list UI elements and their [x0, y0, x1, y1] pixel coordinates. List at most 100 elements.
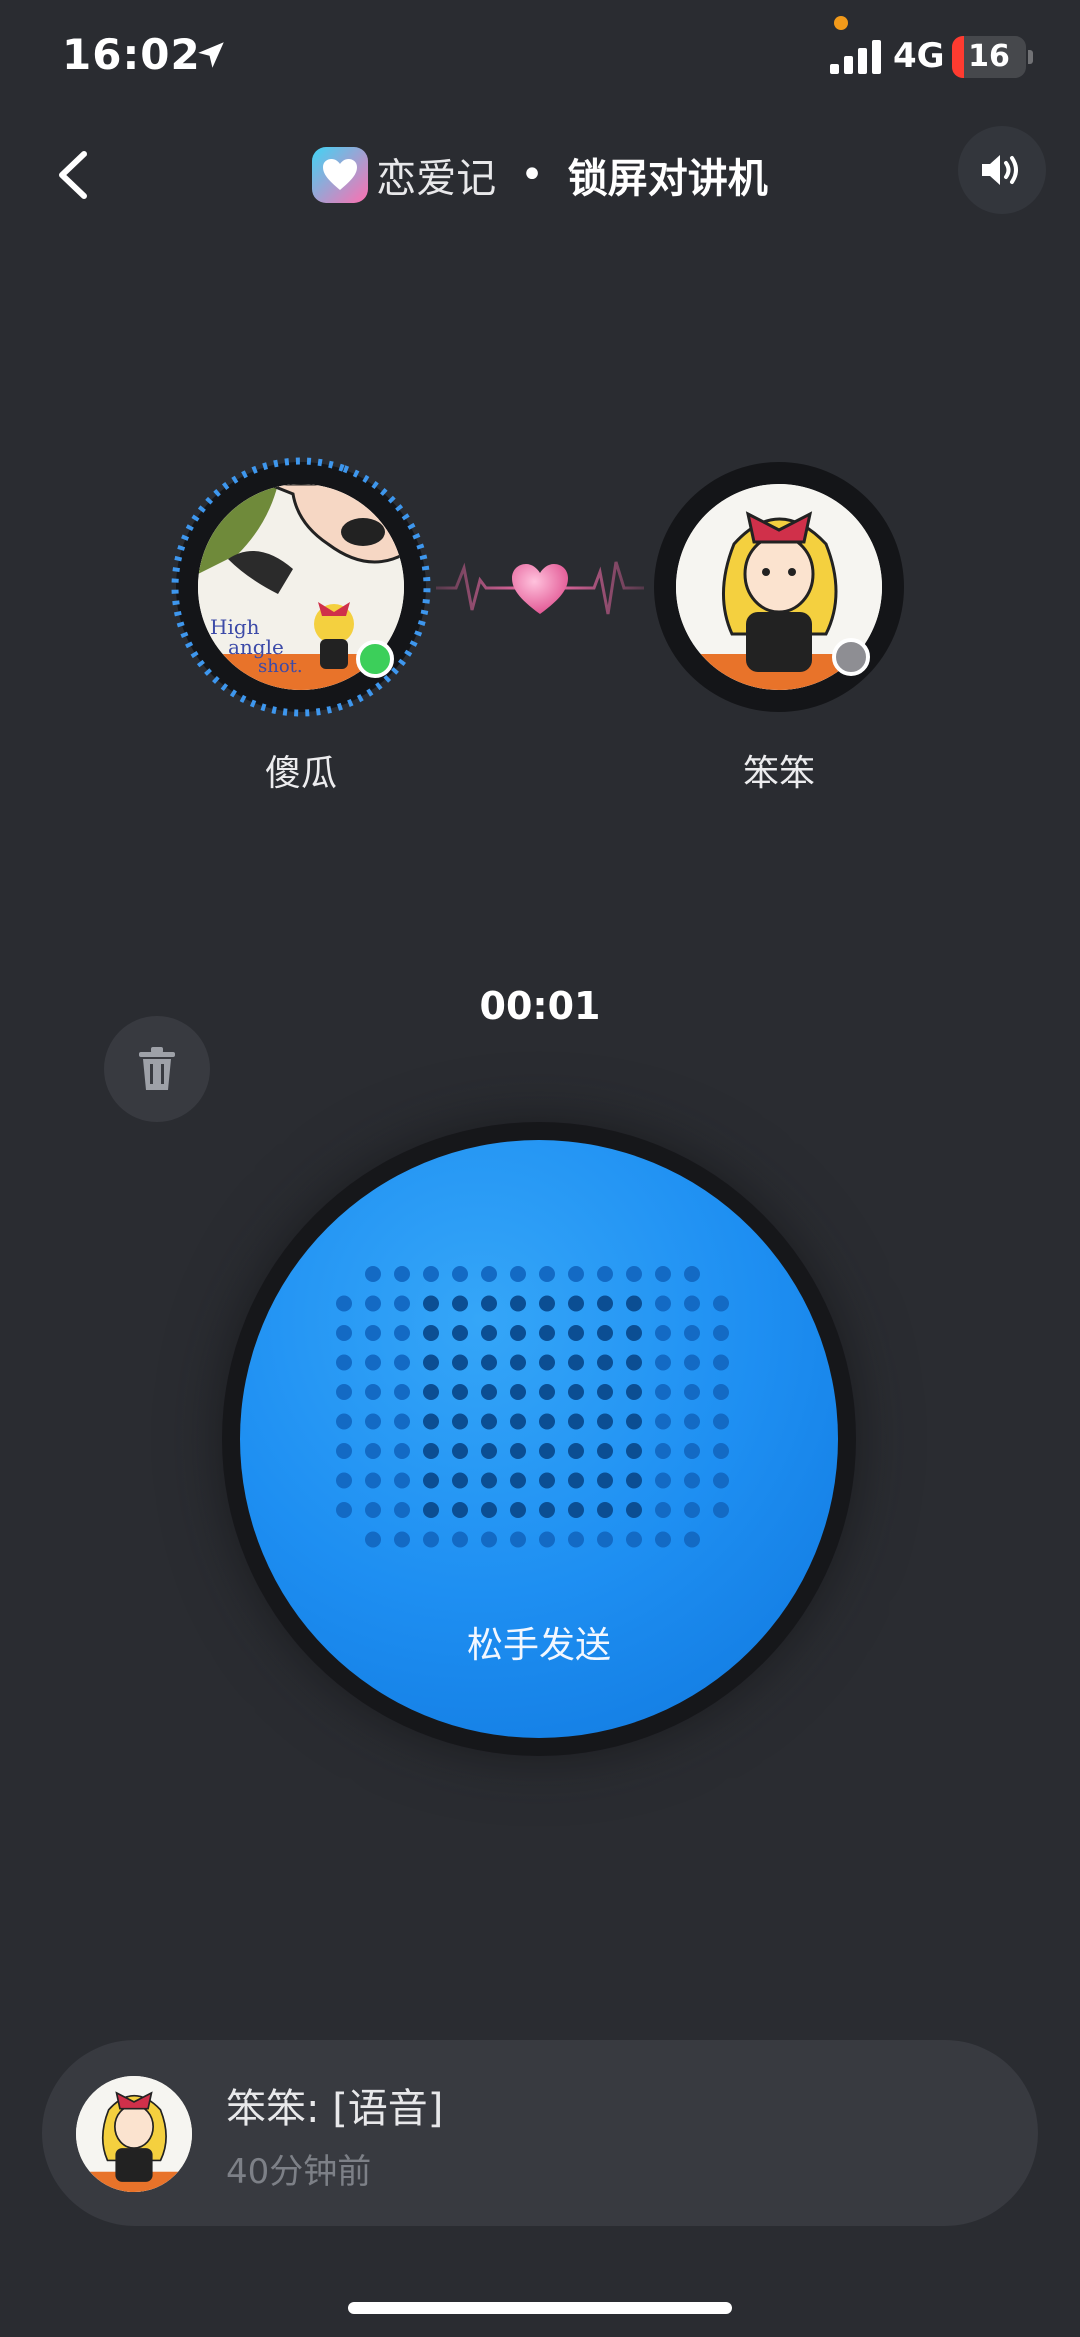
grille-hole [481, 1443, 497, 1459]
grille-hole [423, 1472, 439, 1489]
feature-title: 锁屏对讲机 [567, 156, 768, 202]
privacy-indicator-dot [834, 16, 848, 30]
home-indicator[interactable] [348, 2302, 732, 2314]
title-separator: • [520, 152, 544, 198]
grille-hole [394, 1354, 410, 1371]
grille-hole [655, 1443, 671, 1459]
grille-hole [713, 1472, 729, 1489]
grille-hole [539, 1531, 555, 1548]
grille-hole [365, 1295, 381, 1312]
grille-hole [626, 1502, 642, 1518]
message-time: 40分钟前 [226, 2152, 372, 2192]
grille-hole [452, 1325, 468, 1341]
grille-hole [597, 1354, 613, 1371]
grille-hole [568, 1325, 584, 1341]
grille-hole [510, 1266, 526, 1282]
grille-hole [365, 1354, 381, 1371]
grille-hole [452, 1295, 468, 1312]
grille-hole [365, 1266, 381, 1282]
grille-hole [539, 1295, 555, 1312]
online-status-dot [356, 640, 394, 678]
grille-hole [510, 1295, 526, 1312]
grille-hole [394, 1443, 410, 1459]
delete-recording-button[interactable] [104, 1016, 210, 1122]
grille-hole [423, 1295, 439, 1312]
grille-hole [684, 1384, 700, 1400]
grille-hole [626, 1413, 642, 1430]
grille-hole [423, 1413, 439, 1430]
grille-hole [481, 1472, 497, 1489]
grille-hole [626, 1531, 642, 1548]
grille-hole [597, 1325, 613, 1341]
release-to-send-label: 松手发送 [466, 1625, 611, 1666]
grille-hole [452, 1413, 468, 1430]
grille-hole [452, 1472, 468, 1489]
grille-hole [539, 1325, 555, 1341]
grille-hole [568, 1531, 584, 1548]
grille-hole [684, 1266, 700, 1282]
heartbeat-icon [436, 561, 644, 615]
grille-hole [423, 1443, 439, 1459]
grille-hole [597, 1472, 613, 1489]
grille-hole [539, 1472, 555, 1489]
grille-hole [336, 1443, 352, 1459]
partner-avatar[interactable] [654, 462, 904, 712]
grille-hole [655, 1472, 671, 1489]
signal-icon [830, 40, 881, 74]
grille-hole [626, 1472, 642, 1489]
grille-hole [597, 1384, 613, 1400]
partner-name: 笨笨 [742, 753, 815, 794]
grille-hole [423, 1354, 439, 1371]
grille-hole [452, 1266, 468, 1282]
grille-hole [684, 1354, 700, 1371]
grille-hole [684, 1472, 700, 1489]
grille-hole [394, 1295, 410, 1312]
push-to-talk-button[interactable]: 松手发送 [240, 1140, 838, 1738]
trash-icon [139, 1047, 175, 1090]
grille-hole [423, 1531, 439, 1548]
grille-hole [365, 1472, 381, 1489]
grille-hole [365, 1413, 381, 1430]
grille-hole [481, 1413, 497, 1430]
speaker-button[interactable] [958, 126, 1046, 214]
grille-hole [539, 1354, 555, 1371]
message-preview: 笨笨: [语音] [226, 2086, 444, 2132]
grille-hole [394, 1531, 410, 1548]
grille-hole [481, 1266, 497, 1282]
grille-hole [510, 1502, 526, 1518]
grille-hole [394, 1266, 410, 1282]
grille-hole [336, 1472, 352, 1489]
grille-hole [684, 1443, 700, 1459]
svg-text:shot.: shot. [258, 656, 303, 677]
grille-hole [452, 1443, 468, 1459]
grille-hole [336, 1384, 352, 1400]
grille-icon [336, 1266, 729, 1548]
grille-hole [626, 1295, 642, 1312]
grille-hole [481, 1384, 497, 1400]
grille-hole [365, 1531, 381, 1548]
last-message-card[interactable]: 笨笨: [语音] 40分钟前 [42, 2040, 1038, 2226]
grille-hole [452, 1502, 468, 1518]
grille-hole [452, 1384, 468, 1400]
my-avatar[interactable]: High angle shot. [171, 457, 431, 717]
grille-hole [423, 1502, 439, 1518]
status-time: 16:02 [62, 30, 201, 79]
grille-hole [510, 1354, 526, 1371]
grille-hole [394, 1472, 410, 1489]
grille-hole [394, 1413, 410, 1430]
network-type: 4G [893, 36, 945, 76]
grille-hole [626, 1443, 642, 1459]
page-title: 恋爱记 • 锁屏对讲机 [0, 140, 1080, 210]
grille-hole [568, 1354, 584, 1371]
grille-hole [336, 1502, 352, 1518]
grille-hole [481, 1531, 497, 1548]
battery-level: 16 [968, 39, 1010, 74]
status-bar: 16:02 4G 16 [0, 0, 1080, 110]
grille-hole [568, 1266, 584, 1282]
grille-hole [423, 1384, 439, 1400]
grille-hole [423, 1266, 439, 1282]
battery-icon: 16 [952, 36, 1026, 78]
grille-hole [336, 1413, 352, 1430]
grille-hole [713, 1443, 729, 1459]
grille-hole [597, 1443, 613, 1459]
